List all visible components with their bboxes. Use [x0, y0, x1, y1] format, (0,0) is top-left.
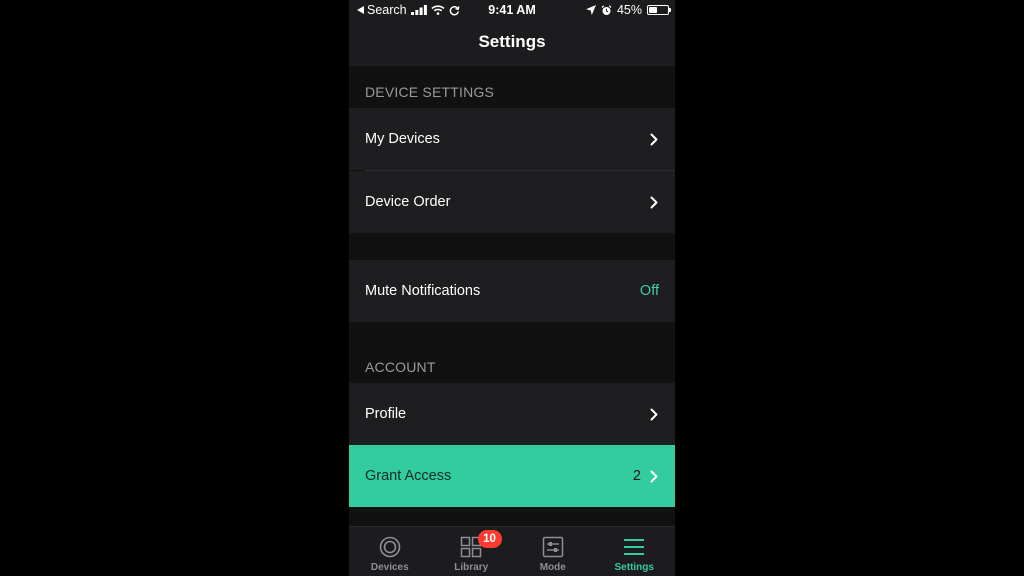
tab-library[interactable]: Library 10: [431, 527, 513, 576]
status-bar: Search 9:41 AM 45%: [349, 0, 675, 22]
tab-devices[interactable]: Devices: [349, 527, 431, 576]
library-badge: 10: [477, 530, 502, 548]
chevron-right-icon: [647, 407, 661, 421]
tab-settings[interactable]: Settings: [594, 527, 676, 576]
row-label: My Devices: [365, 131, 440, 147]
tab-label: Settings: [614, 562, 654, 573]
tab-label: Mode: [539, 562, 566, 573]
row-label: Mute Notifications: [365, 283, 481, 299]
section-header-device-settings: DEVICE SETTINGS: [365, 84, 495, 100]
devices-icon: [378, 535, 402, 559]
battery-icon: [647, 5, 671, 15]
status-bar-right: 45%: [585, 3, 671, 17]
row-grant-access[interactable]: Grant Access 2: [349, 445, 675, 507]
page-title: Settings: [478, 32, 546, 51]
tab-mode[interactable]: Mode: [512, 527, 594, 576]
row-device-order[interactable]: Device Order: [349, 171, 675, 233]
row-label: Grant Access: [365, 468, 452, 484]
mode-icon: [541, 535, 565, 559]
phone-screen: Search 9:41 AM 45% Settings DEVICE SETTI…: [349, 0, 675, 576]
tab-label: Library: [454, 562, 489, 573]
row-mute-notifications[interactable]: Mute Notifications Off: [349, 260, 675, 322]
tab-label: Devices: [370, 562, 409, 573]
header: Search 9:41 AM 45% Settings: [349, 0, 675, 66]
row-label: Device Order: [365, 194, 451, 210]
battery-level: [649, 7, 658, 13]
grant-access-count: 2: [632, 468, 641, 484]
row-profile[interactable]: Profile: [349, 383, 675, 445]
row-my-devices[interactable]: My Devices: [349, 108, 675, 170]
battery-percent: 45%: [616, 3, 642, 17]
mute-notifications-value: Off: [639, 283, 659, 299]
chevron-right-icon: [647, 195, 661, 209]
section-header-account: ACCOUNT: [365, 359, 436, 375]
tab-bar: Devices Library 10 Mode Settings: [349, 526, 675, 576]
row-label: Profile: [365, 406, 407, 422]
settings-menu-icon: [622, 535, 646, 559]
alarm-icon: [601, 4, 612, 15]
location-icon: [585, 5, 596, 15]
chevron-right-icon: [647, 469, 661, 483]
chevron-right-icon: [647, 132, 661, 146]
